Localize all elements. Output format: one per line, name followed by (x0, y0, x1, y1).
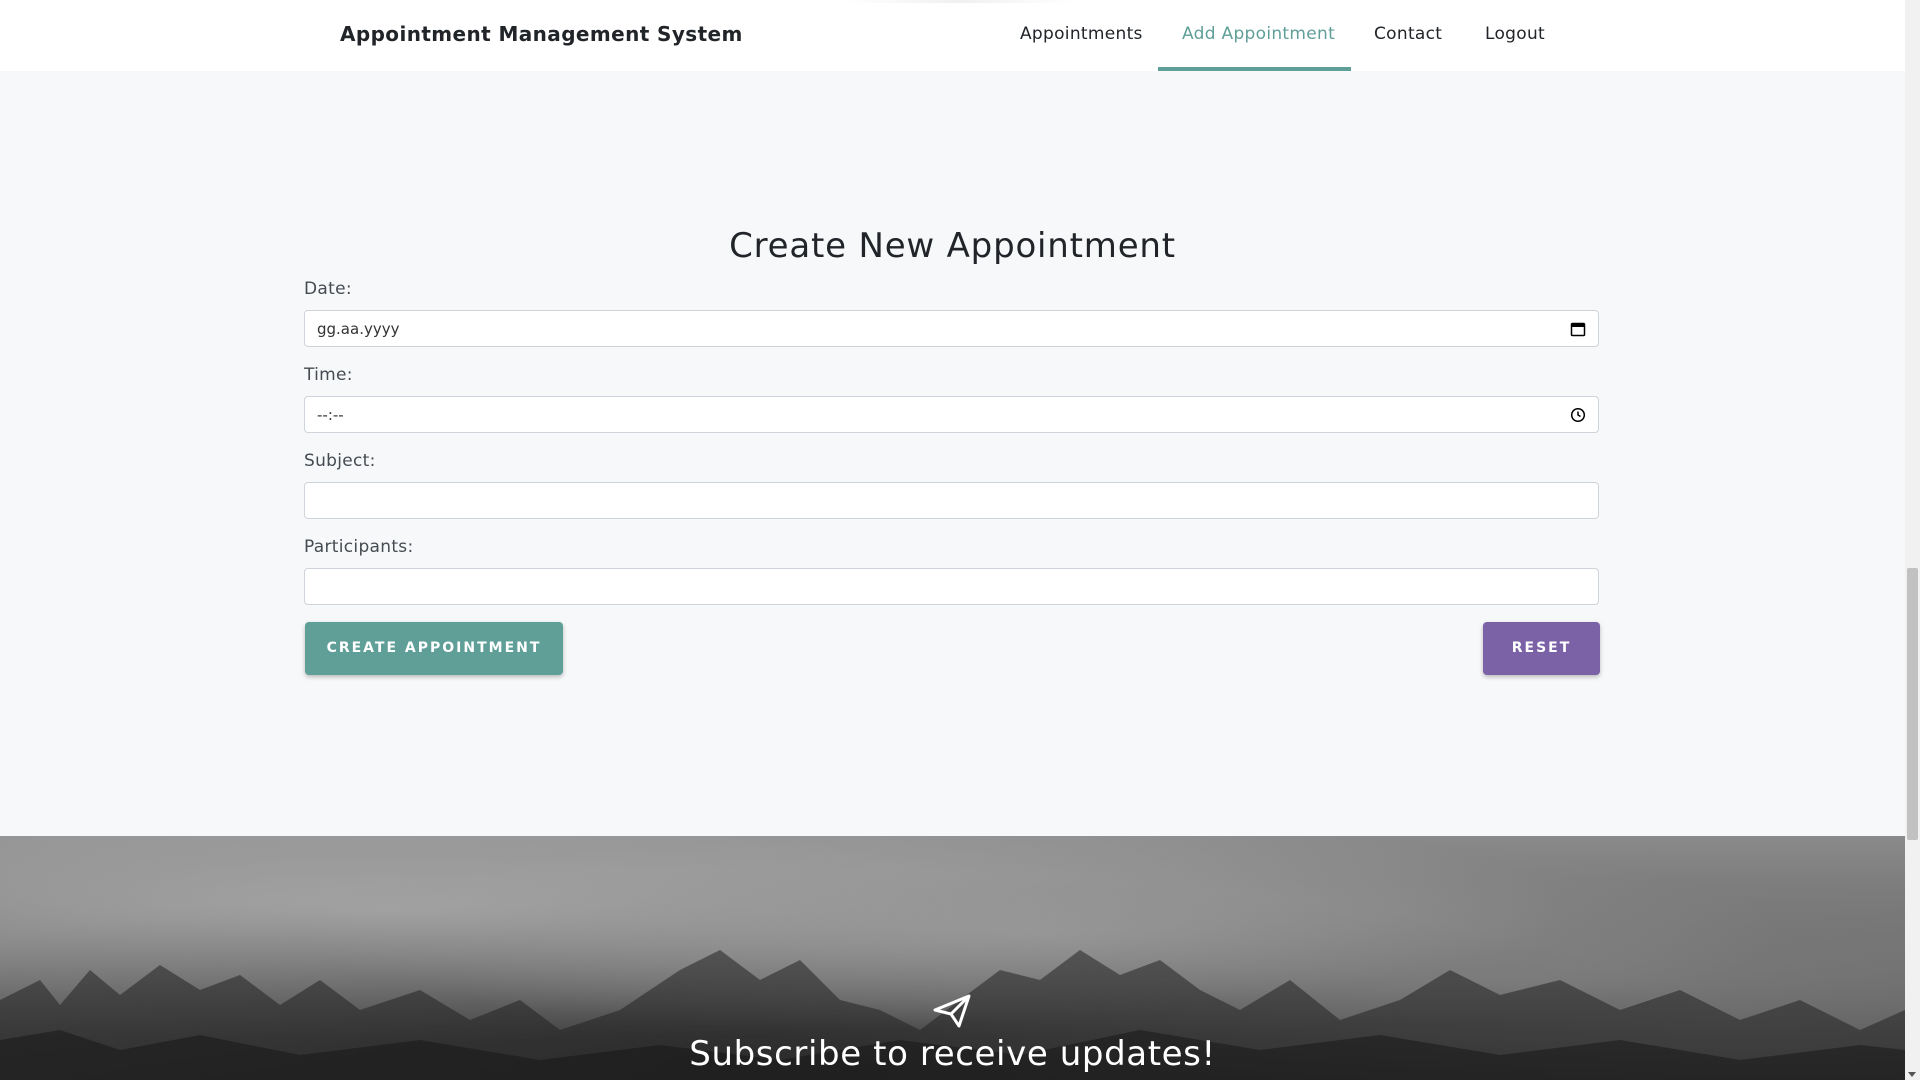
clock-icon[interactable] (1570, 407, 1586, 423)
navbar-shadow (845, 0, 1075, 3)
date-input-value: gg.aa.yyyy (317, 320, 400, 338)
nav-logout[interactable]: Logout (1485, 24, 1545, 44)
create-appointment-button[interactable]: CREATE APPOINTMENT (305, 622, 563, 675)
scrollbar-thumb[interactable] (1907, 568, 1918, 840)
calendar-icon[interactable] (1570, 321, 1586, 337)
page-scrollbar[interactable] (1905, 0, 1920, 1080)
reset-button[interactable]: RESET (1483, 622, 1600, 675)
subject-label: Subject: (304, 451, 376, 471)
participants-label: Participants: (304, 537, 414, 557)
date-input[interactable]: gg.aa.yyyy (304, 310, 1599, 347)
subject-input[interactable] (304, 482, 1599, 519)
form-title: Create New Appointment (729, 226, 1176, 266)
subscribe-section: Subscribe to receive updates! (0, 836, 1905, 1080)
nav-appointments[interactable]: Appointments (1020, 24, 1143, 44)
paper-plane-icon (933, 994, 971, 1028)
time-input-value: --:-- (317, 406, 344, 424)
active-nav-indicator (1158, 67, 1351, 71)
top-navbar: Appointment Management System Appointmen… (0, 0, 1905, 71)
brand-title[interactable]: Appointment Management System (340, 22, 743, 46)
nav-contact[interactable]: Contact (1374, 24, 1442, 44)
time-label: Time: (304, 365, 353, 385)
date-label: Date: (304, 279, 352, 299)
participants-input[interactable] (304, 568, 1599, 605)
subscribe-heading: Subscribe to receive updates! (689, 1034, 1216, 1074)
time-input[interactable]: --:-- (304, 396, 1599, 433)
nav-add-appointment[interactable]: Add Appointment (1182, 24, 1335, 44)
scroll-down-arrow-icon[interactable] (1908, 1072, 1916, 1077)
